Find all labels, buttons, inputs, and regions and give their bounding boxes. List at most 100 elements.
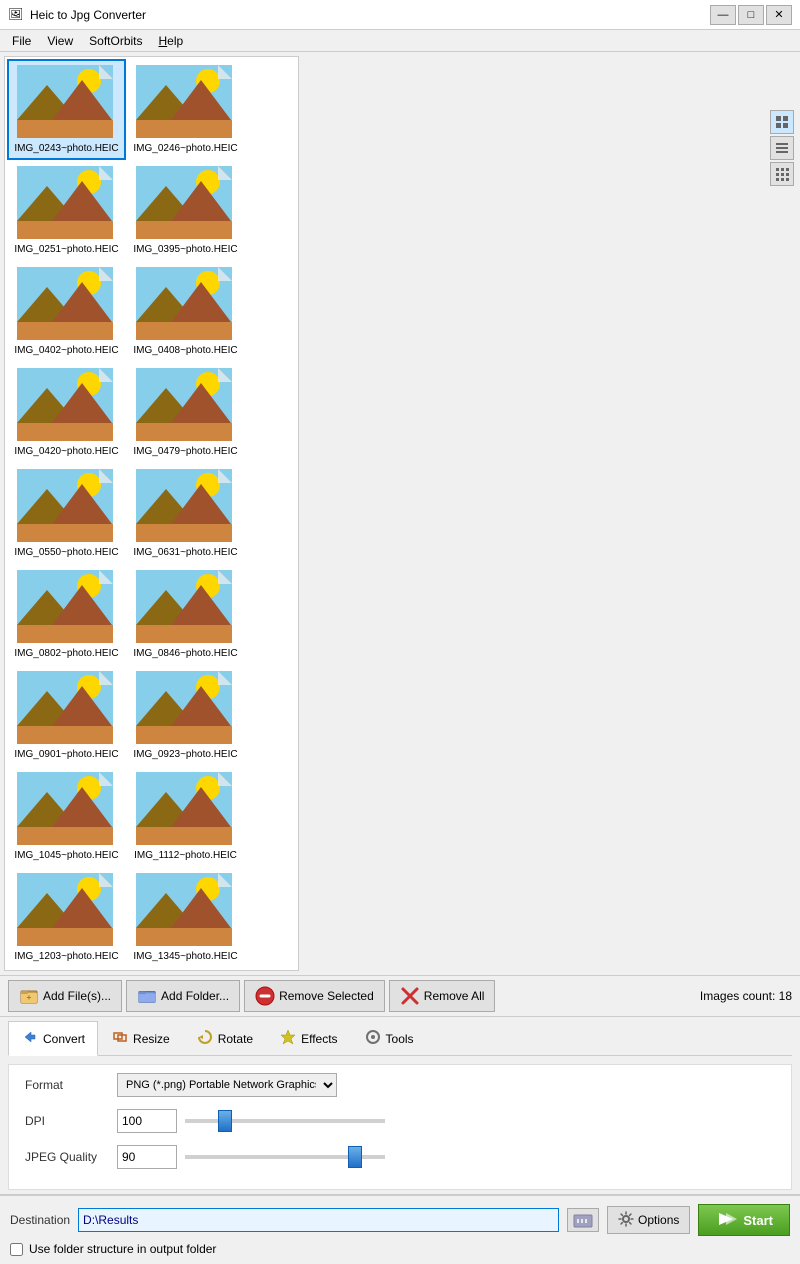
- file-thumbnail: [17, 570, 117, 645]
- add-folder-button[interactable]: Add Folder...: [126, 980, 240, 1012]
- file-thumbnail: [136, 873, 236, 948]
- tab-resize[interactable]: Resize: [98, 1021, 183, 1056]
- remove-all-icon: [400, 986, 420, 1006]
- maximize-button[interactable]: □: [738, 5, 764, 25]
- file-item[interactable]: IMG_0395~photo.HEIC: [128, 162, 243, 259]
- dpi-row: DPI 100: [25, 1109, 775, 1133]
- file-name: IMG_0923~photo.HEIC: [133, 749, 237, 760]
- menu-softorbits[interactable]: SoftOrbits: [81, 32, 150, 49]
- jpeg-quality-row: JPEG Quality 90: [25, 1145, 775, 1169]
- file-item[interactable]: IMG_1112~photo.HEIC: [128, 768, 243, 865]
- file-thumbnail: [17, 469, 117, 544]
- menubar: File View SoftOrbits Help: [0, 30, 800, 52]
- add-folder-icon: [137, 986, 157, 1006]
- folder-structure-checkbox[interactable]: [10, 1243, 23, 1256]
- file-thumbnail: [17, 772, 117, 847]
- file-name: IMG_1112~photo.HEIC: [134, 850, 237, 861]
- options-panel: Convert Resize: [0, 1017, 800, 1194]
- file-name: IMG_0246~photo.HEIC: [133, 143, 237, 154]
- file-thumbnail: [136, 267, 236, 342]
- file-name: IMG_0402~photo.HEIC: [14, 345, 118, 356]
- file-item[interactable]: IMG_0246~photo.HEIC: [128, 61, 243, 158]
- destination-browse-button[interactable]: [567, 1208, 599, 1232]
- file-name: IMG_0479~photo.HEIC: [133, 446, 237, 457]
- file-item[interactable]: IMG_0846~photo.HEIC: [128, 566, 243, 663]
- tab-resize-label: Resize: [133, 1032, 170, 1046]
- rotate-tab-icon: [196, 1028, 214, 1049]
- add-folder-label: Add Folder...: [161, 989, 229, 1003]
- add-files-button[interactable]: + Add File(s)...: [8, 980, 122, 1012]
- close-button[interactable]: ✕: [766, 5, 792, 25]
- file-item[interactable]: IMG_0243~photo.HEIC: [9, 61, 124, 158]
- file-item[interactable]: IMG_1045~photo.HEIC: [9, 768, 124, 865]
- options-label: Options: [638, 1213, 679, 1227]
- remove-selected-button[interactable]: Remove Selected: [244, 980, 385, 1012]
- convert-tab-icon: [21, 1028, 39, 1049]
- destination-label: Destination: [10, 1213, 70, 1227]
- tab-tools-label: Tools: [386, 1032, 414, 1046]
- toolbar: + Add File(s)... Add Folder...: [0, 975, 800, 1017]
- menu-help[interactable]: Help: [151, 32, 192, 49]
- grid-view-button[interactable]: [770, 162, 794, 186]
- jpeg-quality-slider-track: [185, 1155, 385, 1159]
- file-name: IMG_0420~photo.HEIC: [14, 446, 118, 457]
- file-item[interactable]: IMG_1345~photo.HEIC: [128, 869, 243, 966]
- file-name: IMG_1045~photo.HEIC: [14, 850, 118, 861]
- file-item[interactable]: IMG_0251~photo.HEIC: [9, 162, 124, 259]
- titlebar: 🖼 Heic to Jpg Converter — □ ✕: [0, 0, 800, 30]
- format-control: PNG (*.png) Portable Network Graphics JP…: [117, 1073, 775, 1097]
- file-grid[interactable]: IMG_0243~photo.HEIC IMG_0246~photo.HEIC: [4, 56, 299, 971]
- dpi-label: DPI: [25, 1114, 105, 1128]
- remove-all-button[interactable]: Remove All: [389, 980, 496, 1012]
- start-button[interactable]: Start: [698, 1204, 790, 1236]
- options-button[interactable]: Options: [607, 1206, 690, 1234]
- view-toolbar: [770, 110, 794, 186]
- file-thumbnail: [17, 671, 117, 746]
- large-icons-button[interactable]: [770, 110, 794, 134]
- file-item[interactable]: IMG_0408~photo.HEIC: [128, 263, 243, 360]
- menu-file[interactable]: File: [4, 32, 39, 49]
- tab-effects[interactable]: Effects: [266, 1021, 350, 1056]
- file-item[interactable]: IMG_0802~photo.HEIC: [9, 566, 124, 663]
- file-item[interactable]: IMG_1203~photo.HEIC: [9, 869, 124, 966]
- list-view-button[interactable]: [770, 136, 794, 160]
- main-container: IMG_0243~photo.HEIC IMG_0246~photo.HEIC: [0, 52, 800, 683]
- jpeg-quality-slider-thumb[interactable]: [348, 1146, 362, 1168]
- file-thumbnail: [17, 166, 117, 241]
- file-item[interactable]: IMG_0923~photo.HEIC: [128, 667, 243, 764]
- menu-view[interactable]: View: [39, 32, 81, 49]
- format-label: Format: [25, 1078, 105, 1092]
- file-name: IMG_0631~photo.HEIC: [133, 547, 237, 558]
- file-thumbnail: [136, 368, 236, 443]
- tab-convert-label: Convert: [43, 1032, 85, 1046]
- file-name: IMG_1345~photo.HEIC: [133, 951, 237, 962]
- bottom-bar: Destination D:\Results: [0, 1194, 800, 1264]
- file-item[interactable]: IMG_0420~photo.HEIC: [9, 364, 124, 461]
- effects-tab-icon: [279, 1028, 297, 1049]
- file-item[interactable]: IMG_0402~photo.HEIC: [9, 263, 124, 360]
- remove-selected-icon: [255, 986, 275, 1006]
- jpeg-quality-label: JPEG Quality: [25, 1150, 105, 1164]
- file-item[interactable]: IMG_0901~photo.HEIC: [9, 667, 124, 764]
- format-select[interactable]: PNG (*.png) Portable Network Graphics JP…: [117, 1073, 337, 1097]
- file-name: IMG_1203~photo.HEIC: [14, 951, 118, 962]
- file-name: IMG_0550~photo.HEIC: [14, 547, 118, 558]
- minimize-button[interactable]: —: [710, 5, 736, 25]
- tab-convert[interactable]: Convert: [8, 1021, 98, 1056]
- file-item[interactable]: IMG_0479~photo.HEIC: [128, 364, 243, 461]
- dpi-slider-thumb[interactable]: [218, 1110, 232, 1132]
- file-name: IMG_0901~photo.HEIC: [14, 749, 118, 760]
- destination-input[interactable]: D:\Results: [78, 1208, 559, 1232]
- file-item[interactable]: IMG_0550~photo.HEIC: [9, 465, 124, 562]
- app-title: Heic to Jpg Converter: [30, 8, 710, 22]
- remove-selected-label: Remove Selected: [279, 989, 374, 1003]
- tab-tools[interactable]: Tools: [351, 1021, 427, 1056]
- file-item[interactable]: IMG_0631~photo.HEIC: [128, 465, 243, 562]
- dpi-input[interactable]: 100: [117, 1109, 177, 1133]
- folder-structure-label: Use folder structure in output folder: [29, 1242, 216, 1256]
- jpeg-quality-input[interactable]: 90: [117, 1145, 177, 1169]
- file-thumbnail: [136, 166, 236, 241]
- add-files-label: Add File(s)...: [43, 989, 111, 1003]
- images-count: Images count: 18: [700, 989, 792, 1003]
- tab-rotate[interactable]: Rotate: [183, 1021, 266, 1056]
